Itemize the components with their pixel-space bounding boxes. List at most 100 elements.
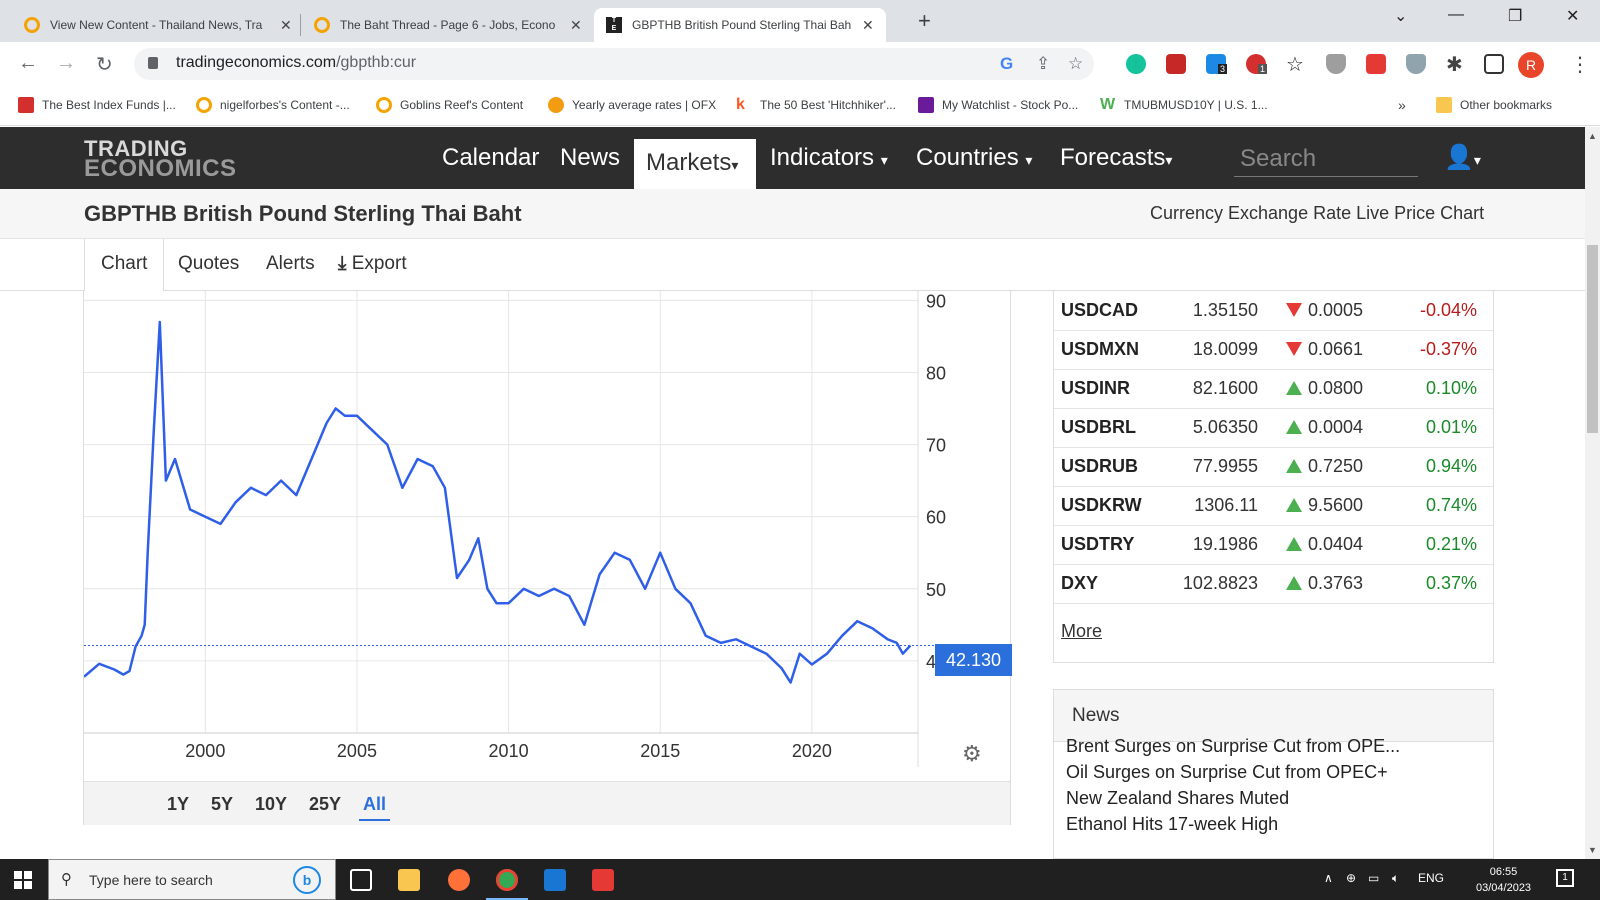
news-item[interactable]: Ethanol Hits 17-week High	[1066, 814, 1278, 835]
close-tab-icon[interactable]: ✕	[570, 17, 582, 34]
volume-icon[interactable]: 🔈︎	[1392, 871, 1399, 886]
bookmark-item[interactable]: nigelforbes's Content -...	[196, 97, 350, 113]
tab-alerts[interactable]: Alerts	[266, 253, 315, 275]
minimize-icon[interactable]: —	[1448, 6, 1464, 24]
reload-icon[interactable]: ↻	[96, 52, 113, 77]
profile-avatar[interactable]: R	[1518, 52, 1544, 78]
tray-device-icon[interactable]: ⊕	[1346, 871, 1356, 885]
firefox-icon[interactable]	[448, 869, 470, 891]
taskbar-clock[interactable]: 06:55 03/04/2023	[1476, 864, 1531, 896]
close-tab-icon[interactable]: ✕	[280, 17, 292, 34]
windows-start-icon[interactable]	[14, 871, 32, 889]
news-item[interactable]: Oil Surges on Surprise Cut from OPEC+	[1066, 762, 1388, 783]
nav-markets[interactable]: Markets▾	[634, 139, 756, 189]
puzzle-extensions-icon[interactable]: ✱	[1446, 52, 1463, 77]
forward-arrow-icon[interactable]: →	[56, 52, 76, 75]
wps-office-icon[interactable]	[592, 869, 614, 891]
rate-row-dxy[interactable]: DXY 102.8823 0.3763 0.37%	[1054, 564, 1493, 604]
tab-export[interactable]: ⤓ Export	[338, 253, 407, 275]
s-extension-icon[interactable]	[1366, 54, 1386, 74]
google-lens-icon[interactable]: G	[1000, 54, 1013, 74]
browser-tab-gbpthb[interactable]: TE GBPTHB British Pound Sterling Thai Ba…	[594, 8, 886, 42]
rate-row-usdkrw[interactable]: USDKRW 1306.11 9.5600 0.74%	[1054, 486, 1493, 526]
bookmarks-overflow-icon[interactable]: »	[1398, 97, 1406, 113]
nav-countries[interactable]: Countries ▾	[904, 127, 1044, 189]
rate-row-usdcad[interactable]: USDCAD 1.35150 0.0005 -0.04%	[1054, 291, 1493, 331]
close-tab-icon[interactable]: ✕	[862, 17, 874, 34]
site-logo[interactable]: TRADING ECONOMICS	[84, 138, 237, 181]
tab-search-chevron-icon[interactable]: ⌄	[1394, 6, 1407, 26]
rate-row-usdinr[interactable]: USDINR 82.1600 0.0800 0.10%	[1054, 369, 1493, 409]
book-extension-icon[interactable]	[1166, 54, 1186, 74]
language-indicator[interactable]: ENG	[1418, 871, 1444, 885]
grammarly-extension-icon[interactable]	[1126, 54, 1146, 74]
chrome-icon[interactable]	[496, 869, 518, 891]
taskbar-search-input[interactable]: ⚲ Type here to search b	[48, 859, 336, 900]
price-chart[interactable]: 40506070809020002005201020152020	[84, 291, 1010, 781]
task-view-icon[interactable]	[350, 869, 372, 891]
rate-symbol[interactable]: DXY	[1061, 573, 1098, 594]
rate-symbol[interactable]: USDINR	[1061, 378, 1130, 399]
close-window-icon[interactable]: ✕	[1566, 6, 1579, 26]
page-scrollbar[interactable]: ▲ ▼	[1585, 127, 1600, 859]
tray-chevron-up-icon[interactable]: ∧	[1324, 871, 1333, 885]
scroll-up-icon[interactable]: ▲	[1588, 131, 1597, 141]
browser-tab-baht-thread[interactable]: The Baht Thread - Page 6 - Jobs, Econo ✕	[302, 8, 594, 42]
bing-icon[interactable]: b	[293, 866, 321, 894]
address-bar[interactable]: tradingeconomics.com/gbpthb:cur G ⇪ ☆	[134, 48, 1094, 80]
back-arrow-icon[interactable]: ←	[18, 52, 38, 75]
share-icon[interactable]: ⇪	[1036, 54, 1050, 74]
bookmark-item[interactable]: W TMUBMUSD10Y | U.S. 1...	[1100, 97, 1268, 113]
nav-calendar[interactable]: Calendar	[430, 127, 551, 189]
adblock-extension-icon[interactable]: 1	[1246, 54, 1268, 74]
tab-quotes[interactable]: Quotes	[178, 253, 239, 275]
range-5y[interactable]: 5Y	[211, 794, 233, 815]
range-all[interactable]: All	[359, 794, 391, 821]
rate-row-usdmxn[interactable]: USDMXN 18.0099 0.0661 -0.37%	[1054, 330, 1493, 370]
site-search-input[interactable]: Search	[1234, 145, 1418, 177]
range-1y[interactable]: 1Y	[167, 794, 189, 815]
calculator-icon[interactable]	[544, 869, 566, 891]
rate-symbol[interactable]: USDBRL	[1061, 417, 1136, 438]
other-bookmarks-folder[interactable]: Other bookmarks	[1436, 97, 1552, 113]
file-explorer-icon[interactable]	[398, 869, 420, 891]
browser-tab-thaivisa[interactable]: View New Content - Thailand News, Tra ✕	[12, 8, 304, 42]
bookmark-star-icon[interactable]: ☆	[1068, 54, 1083, 74]
bookmark-item[interactable]: The Best Index Funds |...	[18, 97, 176, 113]
scroll-down-icon[interactable]: ▼	[1588, 845, 1597, 855]
menu-kebab-icon[interactable]: ⋮	[1570, 52, 1590, 77]
tab-chart[interactable]: Chart	[84, 239, 165, 291]
rate-symbol[interactable]: USDMXN	[1061, 339, 1139, 360]
news-item[interactable]: Brent Surges on Surprise Cut from OPE...	[1066, 736, 1400, 757]
bookmark-item[interactable]: My Watchlist - Stock Po...	[918, 97, 1078, 113]
restore-icon[interactable]: ❐	[1508, 6, 1522, 26]
star-extension-icon[interactable]: ☆	[1286, 52, 1304, 77]
chart-settings-gear-icon[interactable]: ⚙	[962, 741, 982, 767]
privacy-extension-icon[interactable]	[1406, 54, 1426, 74]
nav-news[interactable]: News	[548, 127, 632, 189]
range-10y[interactable]: 10Y	[255, 794, 287, 815]
extension-badge-icon[interactable]: 3	[1206, 54, 1228, 74]
more-rates-link[interactable]: More	[1061, 621, 1102, 642]
rate-symbol[interactable]: USDKRW	[1061, 495, 1142, 516]
rate-row-usdrub[interactable]: USDRUB 77.9955 0.7250 0.94%	[1054, 447, 1493, 487]
bookmark-item[interactable]: Yearly average rates | OFX	[548, 97, 716, 113]
bookmark-item[interactable]: Goblins Reef's Content	[376, 97, 523, 113]
user-menu-icon[interactable]: 👤▾	[1444, 143, 1481, 172]
rate-symbol[interactable]: USDCAD	[1061, 300, 1138, 321]
rate-symbol[interactable]: USDRUB	[1061, 456, 1138, 477]
nav-forecasts[interactable]: Forecasts▾	[1048, 127, 1184, 189]
rate-symbol[interactable]: USDTRY	[1061, 534, 1134, 555]
bookmark-item[interactable]: k The 50 Best 'Hitchhiker'...	[736, 97, 896, 113]
new-tab-icon[interactable]: +	[918, 8, 931, 34]
rate-row-usdbrl[interactable]: USDBRL 5.06350 0.0004 0.01%	[1054, 408, 1493, 448]
side-panel-icon[interactable]	[1484, 54, 1504, 74]
notifications-icon[interactable]: 1	[1556, 869, 1574, 887]
rate-row-usdtry[interactable]: USDTRY 19.1986 0.0404 0.21%	[1054, 525, 1493, 565]
range-25y[interactable]: 25Y	[309, 794, 341, 815]
scrollbar-thumb[interactable]	[1587, 245, 1598, 433]
shield-extension-icon[interactable]	[1326, 54, 1346, 74]
network-icon[interactable]: ▭	[1368, 871, 1379, 885]
news-item[interactable]: New Zealand Shares Muted	[1066, 788, 1289, 809]
nav-indicators[interactable]: Indicators ▾	[758, 127, 900, 189]
